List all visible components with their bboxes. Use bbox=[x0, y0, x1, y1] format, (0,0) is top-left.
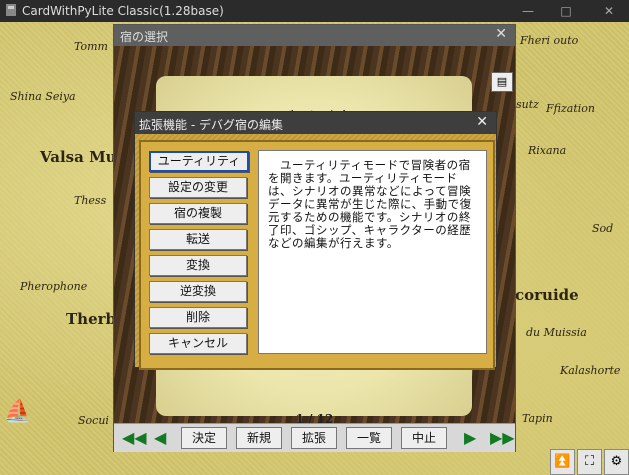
extension-dialog-body: ユーティリティ 設定の変更 宿の複製 転送 変換 逆変換 削除 キャンセル ユー… bbox=[135, 134, 496, 370]
inn-window-titlebar: 宿の選択 ✕ bbox=[114, 25, 515, 46]
map-label: Socui bbox=[78, 414, 109, 427]
description-text: ユーティリティモードで冒険者の宿を開きます。ユーティリティモードは、シナリオの異… bbox=[268, 158, 472, 250]
map-label: Ffization bbox=[546, 102, 595, 115]
description-panel: ユーティリティモードで冒険者の宿を開きます。ユーティリティモードは、シナリオの異… bbox=[258, 150, 487, 354]
double-up-icon[interactable]: ⏫ bbox=[550, 449, 575, 475]
map-label: Thess bbox=[74, 194, 107, 207]
close-extension-dialog-button[interactable]: ✕ bbox=[476, 114, 488, 130]
map-label: Icoruide bbox=[508, 286, 579, 304]
map-label: sutz bbox=[516, 98, 539, 111]
next-page-icon[interactable]: ▶ bbox=[464, 428, 476, 447]
first-page-icon[interactable]: ◀◀ bbox=[122, 428, 147, 447]
map-label: Pherophone bbox=[20, 280, 88, 293]
layout-toggle-icon[interactable]: ▤ bbox=[491, 72, 513, 92]
bottom-right-toolbar: ⏫ ⛶ ⚙ bbox=[548, 449, 629, 475]
cancel-inn-button[interactable]: 中止 bbox=[401, 427, 447, 449]
fullscreen-icon[interactable]: ⛶ bbox=[577, 449, 602, 475]
gear-icon[interactable]: ⚙ bbox=[604, 449, 629, 475]
map-label: Valsa Mu bbox=[40, 148, 117, 166]
list-button[interactable]: 一覧 bbox=[346, 427, 392, 449]
utility-button[interactable]: ユーティリティ bbox=[149, 151, 249, 172]
app-title: CardWithPyLite Classic(1.28base) bbox=[22, 4, 224, 18]
close-app-button[interactable]: ✕ bbox=[589, 0, 629, 22]
app-icon bbox=[6, 4, 16, 16]
map-label: Shina Seiya bbox=[10, 90, 76, 103]
inn-window-title: 宿の選択 bbox=[120, 30, 169, 44]
map-label: Tomm bbox=[74, 40, 108, 53]
extension-dialog-titlebar: 拡張機能 - デバグ宿の編集 ✕ bbox=[135, 112, 496, 134]
minimize-button[interactable]: — bbox=[508, 0, 548, 22]
map-label: du Muissia bbox=[526, 326, 587, 339]
transfer-button[interactable]: 転送 bbox=[149, 229, 247, 250]
last-page-icon[interactable]: ▶▶ bbox=[490, 428, 515, 447]
prev-page-icon[interactable]: ◀ bbox=[154, 428, 166, 447]
extension-button[interactable]: 拡張 bbox=[291, 427, 337, 449]
duplicate-inn-button[interactable]: 宿の複製 bbox=[149, 203, 247, 224]
maximize-button[interactable]: □ bbox=[546, 0, 586, 22]
extension-dialog-title: 拡張機能 - デバグ宿の編集 bbox=[139, 118, 283, 132]
map-label: Kalashorte bbox=[560, 364, 621, 377]
close-inn-window-button[interactable]: ✕ bbox=[495, 26, 507, 42]
decide-button[interactable]: 決定 bbox=[181, 427, 227, 449]
ship-illustration-icon: ⛵ bbox=[4, 398, 32, 424]
extension-dialog: 拡張機能 - デバグ宿の編集 ✕ ユーティリティ 設定の変更 宿の複製 転送 変… bbox=[134, 111, 497, 370]
map-label: Tapin bbox=[522, 412, 553, 425]
app-titlebar: CardWithPyLite Classic(1.28base) — □ ✕ bbox=[0, 0, 629, 22]
inn-toolbar: ◀◀ ◀ 決定 新規 拡張 一覧 中止 ▶ ▶▶ bbox=[114, 423, 515, 452]
extension-frame: ユーティリティ 設定の変更 宿の複製 転送 変換 逆変換 削除 キャンセル ユー… bbox=[139, 140, 495, 370]
map-label: Fheri outo bbox=[520, 34, 579, 47]
cancel-button[interactable]: キャンセル bbox=[149, 333, 247, 354]
new-inn-button[interactable]: 新規 bbox=[236, 427, 282, 449]
convert-button[interactable]: 変換 bbox=[149, 255, 247, 276]
map-label: Sod bbox=[592, 222, 614, 235]
map-label: Rixana bbox=[528, 144, 567, 157]
change-settings-button[interactable]: 設定の変更 bbox=[149, 177, 247, 198]
delete-button[interactable]: 削除 bbox=[149, 307, 247, 328]
reverse-convert-button[interactable]: 逆変換 bbox=[149, 281, 247, 302]
map-label: Therb bbox=[66, 310, 117, 328]
